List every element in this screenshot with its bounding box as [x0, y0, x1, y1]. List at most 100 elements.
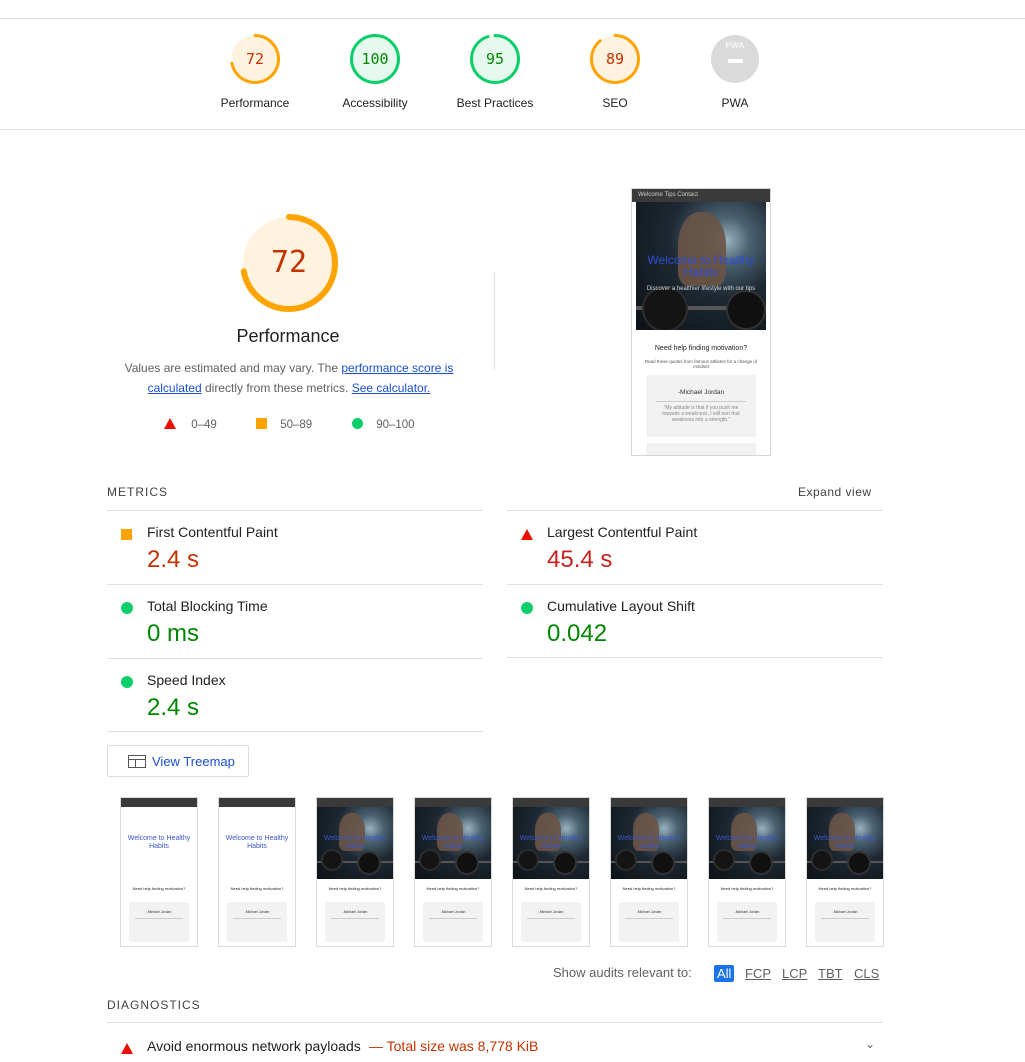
expand-view-toggle[interactable]: Expand view: [798, 485, 872, 499]
square-icon: [256, 418, 267, 429]
filmstrip-frame: Welcome to Healthy Habits Need help findi…: [316, 797, 394, 947]
frame-header: [317, 798, 393, 807]
frame-section-text: [813, 894, 877, 897]
frame-thumbnail: Welcome to Healthy Habits Need help findi…: [709, 798, 785, 946]
frame-thumbnail: Welcome to Healthy Habits Need help findi…: [121, 798, 197, 946]
square-icon: [121, 529, 132, 540]
diagnostic-item[interactable]: Avoid enormous network payloads — Total …: [107, 1022, 883, 1062]
gauge-score: 89: [605, 50, 625, 68]
filter-tbt[interactable]: TBT: [815, 965, 846, 982]
metric-name: Total Blocking Time: [147, 598, 268, 614]
gauge-ring: PWA: [710, 34, 760, 84]
metric-value: 45.4 s: [547, 546, 613, 573]
frame-quote-author: -Michael Jordan: [342, 910, 368, 914]
frame-hero-title: Welcome to Healthy Habits: [617, 835, 681, 850]
frame-quote: -Michael Jordan: [227, 902, 287, 942]
frame-header: [219, 798, 295, 807]
gauge-label: PWA: [721, 96, 749, 110]
frame-header: [513, 798, 589, 807]
metric-speed-index: Speed Index 2.4 s: [107, 658, 483, 732]
metric-value: 2.4 s: [147, 694, 200, 721]
frame-section-text: [421, 894, 485, 897]
gauge-score: 100: [361, 50, 389, 68]
section-title: Need help finding motivation?: [654, 345, 748, 352]
frame-hero-title: Welcome to Healthy Habits: [225, 835, 289, 850]
triangle-icon: [164, 418, 176, 429]
final-screenshot[interactable]: Welcome Tips Contact Welcome to Healthy …: [631, 188, 771, 456]
filter-lcp[interactable]: LCP: [779, 965, 810, 982]
gauge-performance[interactable]: 72 Performance: [195, 34, 315, 110]
frame-thumbnail: Welcome to Healthy Habits Need help findi…: [415, 798, 491, 946]
audit-filter: Show audits relevant to: All FCP LCP TBT…: [553, 965, 879, 982]
frame-section-title: Need help finding motivation?: [132, 886, 186, 891]
frame-section-title: Need help finding motivation?: [230, 886, 284, 891]
hero-title: Welcome to Healthy Habits: [647, 253, 755, 279]
frame-thumbnail: Welcome to Healthy Habits Need help findi…: [219, 798, 295, 946]
chevron-down-icon[interactable]: ⌄: [865, 1037, 875, 1051]
frame-quote-author: -Michael Jordan: [832, 910, 858, 914]
filmstrip-frame: Welcome to Healthy Habits Need help findi…: [610, 797, 688, 947]
frame-section-title: Need help finding motivation?: [720, 886, 774, 891]
frame-section-title: Need help finding motivation?: [426, 886, 480, 891]
metrics-heading: METRICS: [107, 485, 168, 499]
frame-section-title: Need help finding motivation?: [818, 886, 872, 891]
frame-hero-title: Welcome to Healthy Habits: [127, 835, 191, 850]
filter-fcp[interactable]: FCP: [742, 965, 774, 982]
metric-value: 2.4 s: [147, 546, 200, 573]
view-treemap-button[interactable]: View Treemap: [107, 745, 249, 777]
gauge-label: Best Practices: [456, 96, 534, 110]
frame-header: [709, 798, 785, 807]
gauge-accessibility[interactable]: 100 Accessibility: [315, 34, 435, 110]
performance-description: Values are estimated and may vary. The p…: [124, 361, 454, 395]
diagnostics-heading: DIAGNOSTICS: [107, 998, 201, 1012]
circle-icon: [352, 418, 363, 429]
frame-section-text: [617, 894, 681, 897]
metric-value: 0 ms: [147, 620, 200, 647]
metric-name: Largest Contentful Paint: [547, 524, 698, 540]
frame-quote: -Michael Jordan: [325, 902, 385, 942]
frame-section-text: [715, 894, 779, 897]
frame-quote-author: -Michael Jordan: [146, 910, 172, 914]
frame-quote-author: -Michael Jordan: [244, 910, 270, 914]
quote-card: -Michael Jordan "My attitude is that if …: [646, 375, 756, 437]
thumbnail-header: Welcome Tips Contact: [632, 189, 770, 202]
circle-icon: [521, 602, 533, 614]
gauge-seo[interactable]: 89 SEO: [555, 34, 675, 110]
filter-all[interactable]: All: [714, 965, 735, 982]
metric-cls: Cumulative Layout Shift 0.042: [507, 584, 883, 658]
legend-average: 50–89: [256, 418, 312, 431]
frame-quote: -Michael Jordan: [717, 902, 777, 942]
gauge-score: 72: [245, 50, 265, 68]
hero-image: Welcome to Healthy Habits: [807, 807, 883, 879]
metric-name: First Contentful Paint: [147, 524, 278, 540]
gauge-pwa[interactable]: PWA PWA: [675, 34, 795, 110]
circle-icon: [121, 602, 133, 614]
gauge-label: SEO: [602, 96, 628, 110]
metric-fcp: First Contentful Paint 2.4 s: [107, 510, 483, 584]
frame-thumbnail: Welcome to Healthy Habits Need help findi…: [611, 798, 687, 946]
frame-header: [415, 798, 491, 807]
see-calculator-link[interactable]: See calculator.: [352, 381, 431, 395]
gauge-best-practices[interactable]: 95 Best Practices: [435, 34, 555, 110]
frame-header: [611, 798, 687, 807]
hero-image: Welcome to Healthy Habits: [709, 807, 785, 879]
metric-tbt: Total Blocking Time 0 ms: [107, 584, 483, 658]
frame-section-text: [519, 894, 583, 897]
quote-text: "My attitude is that if you push me towa…: [662, 405, 740, 423]
legend-fail: 0–49: [164, 418, 217, 431]
filter-cls[interactable]: CLS: [851, 965, 882, 982]
hero-placeholder: Welcome to Healthy Habits: [121, 807, 197, 879]
diagnostic-detail: — Total size was 8,778 KiB: [369, 1038, 539, 1054]
quote-author: -Michael Jordan: [677, 389, 725, 396]
gauge-label: Accessibility: [342, 96, 408, 110]
frame-hero-title: Welcome to Healthy Habits: [813, 835, 877, 850]
triangle-icon: [521, 529, 533, 540]
frame-quote-author: -Michael Jordan: [538, 910, 564, 914]
pwa-badge-icon: PWA: [711, 35, 759, 83]
frame-section-text: [127, 894, 191, 897]
frame-header: [807, 798, 883, 807]
hero-image: Welcome to Healthy Habits: [415, 807, 491, 879]
frame-section-text: [225, 894, 289, 897]
gauge-score: 95: [485, 50, 505, 68]
vertical-divider: [494, 272, 495, 370]
